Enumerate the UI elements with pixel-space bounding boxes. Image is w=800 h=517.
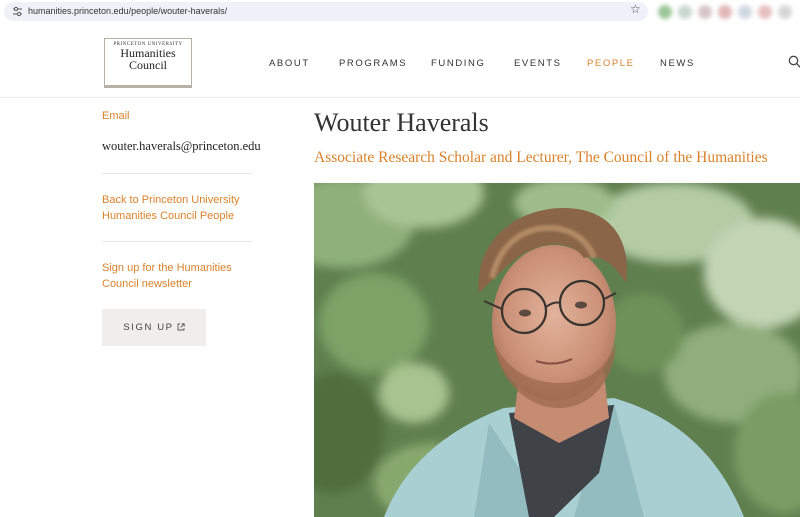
signup-button[interactable]: SIGN UP bbox=[102, 309, 206, 346]
browser-toolbar: humanities.princeton.edu/people/wouter-h… bbox=[0, 0, 800, 24]
nav-funding[interactable]: FUNDING bbox=[431, 58, 485, 69]
address-bar[interactable]: humanities.princeton.edu/people/wouter-h… bbox=[4, 2, 648, 21]
email-link[interactable]: wouter.haverals@princeton.edu bbox=[102, 139, 261, 154]
nav-events[interactable]: EVENTS bbox=[514, 58, 562, 69]
tune-icon[interactable] bbox=[12, 6, 23, 17]
extension-icons bbox=[652, 2, 800, 22]
humanities-council-logo[interactable]: PRINCETON UNIVERSITY Humanities Council bbox=[104, 38, 192, 88]
page-title: Wouter Haverals bbox=[314, 108, 489, 137]
nav-programs[interactable]: PROGRAMS bbox=[339, 58, 407, 69]
logo-line2: Council bbox=[129, 58, 167, 72]
newsletter-link[interactable]: Sign up for the Humanities Council newsl… bbox=[102, 260, 262, 292]
nav-news[interactable]: NEWS bbox=[660, 58, 695, 69]
nav-about[interactable]: ABOUT bbox=[269, 58, 310, 69]
back-to-people-link[interactable]: Back to Princeton University Humanities … bbox=[102, 192, 262, 224]
site-header: PRINCETON UNIVERSITY Humanities Council … bbox=[0, 24, 800, 98]
page-subtitle: Associate Research Scholar and Lecturer,… bbox=[314, 149, 768, 166]
url-text[interactable]: humanities.princeton.edu/people/wouter-h… bbox=[28, 6, 227, 16]
signup-button-label: SIGN UP bbox=[123, 322, 174, 333]
profile-photo bbox=[314, 183, 800, 517]
sidebar-divider bbox=[102, 173, 252, 174]
external-link-icon bbox=[177, 323, 185, 331]
nav-people[interactable]: PEOPLE bbox=[587, 58, 635, 69]
sidebar-divider bbox=[102, 241, 252, 242]
star-icon[interactable]: ☆ bbox=[630, 2, 641, 16]
email-label: Email bbox=[102, 110, 130, 122]
search-icon[interactable] bbox=[788, 55, 800, 68]
